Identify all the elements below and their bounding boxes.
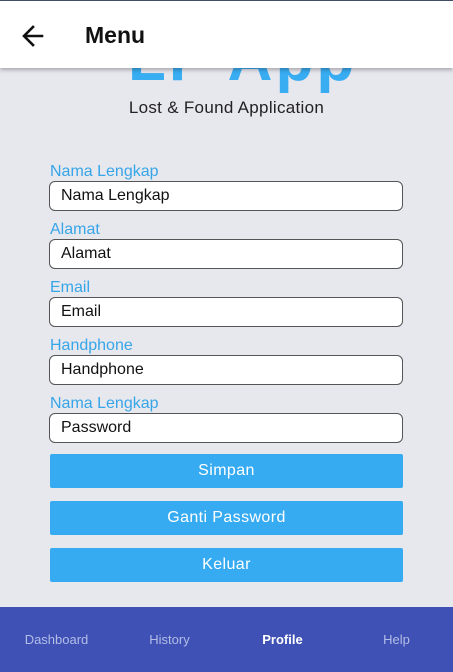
arrow-left-icon xyxy=(22,25,44,47)
save-button[interactable]: Simpan xyxy=(50,454,403,488)
nav-item-help[interactable]: Help xyxy=(340,607,453,672)
bottom-navigation: Dashboard History Profile Help xyxy=(0,607,453,672)
logout-button[interactable]: Keluar xyxy=(50,548,403,582)
address-input[interactable] xyxy=(49,239,403,269)
email-input[interactable] xyxy=(49,297,403,327)
app-bar: Menu xyxy=(0,1,453,68)
email-label: Email xyxy=(50,279,91,296)
password-input[interactable] xyxy=(49,413,403,443)
phone-label: Handphone xyxy=(50,337,133,354)
change-password-button[interactable]: Ganti Password xyxy=(50,501,403,535)
nav-item-history[interactable]: History xyxy=(113,607,226,672)
page-title: Menu xyxy=(85,22,146,48)
password-label: Nama Lengkap xyxy=(50,395,159,412)
full-name-label: Nama Lengkap xyxy=(50,163,159,180)
address-label: Alamat xyxy=(50,221,100,238)
nav-item-dashboard[interactable]: Dashboard xyxy=(0,607,113,672)
logo-subtitle: Lost & Found Application xyxy=(128,98,325,117)
phone-input[interactable] xyxy=(49,355,403,385)
nav-item-profile[interactable]: Profile xyxy=(226,607,339,672)
back-button[interactable] xyxy=(18,21,48,51)
full-name-input[interactable] xyxy=(49,181,403,211)
